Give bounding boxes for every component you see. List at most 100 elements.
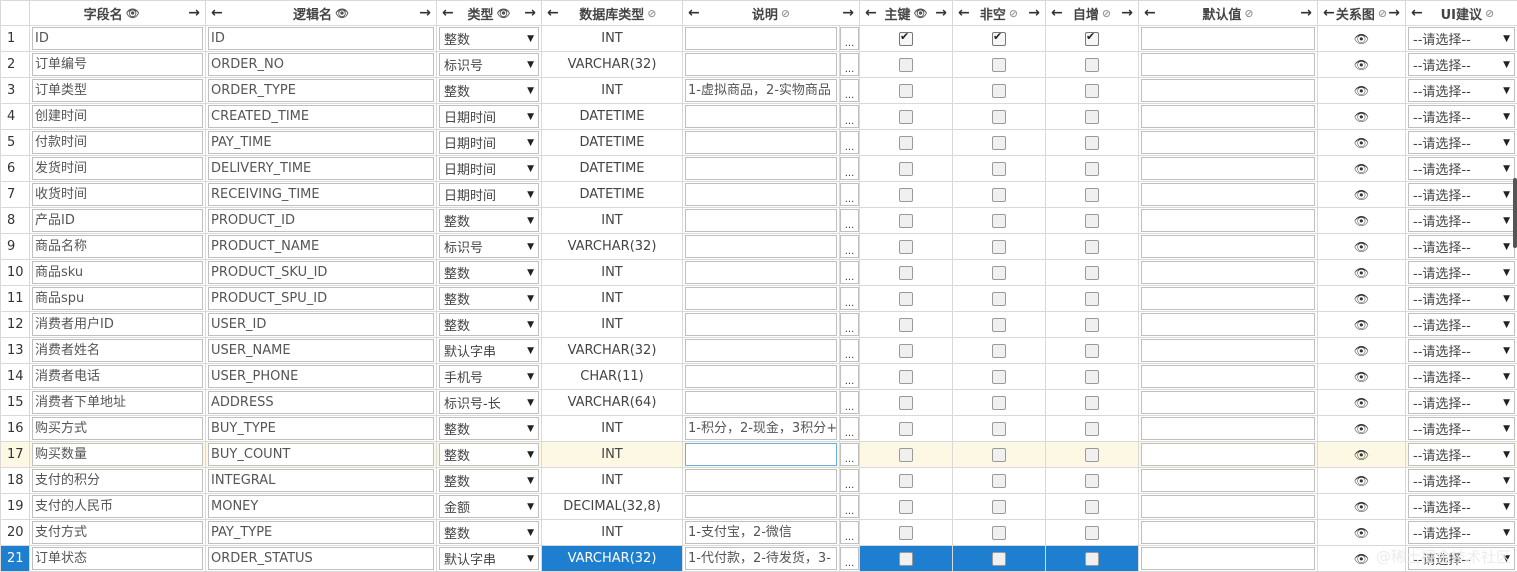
field-name-input[interactable]: 消费者电话 <box>32 365 203 388</box>
auto-inc-checkbox[interactable] <box>1085 526 1099 540</box>
arrow-left-icon[interactable]: ← <box>1411 6 1423 20</box>
description-cell[interactable] <box>683 260 840 286</box>
field-name-cell[interactable]: 商品sku <box>30 260 206 286</box>
arrow-left-icon[interactable]: ← <box>547 6 559 20</box>
logic-name-input[interactable]: PAY_TYPE <box>208 521 434 544</box>
logic-name-input[interactable]: PRODUCT_SPU_ID <box>208 287 434 310</box>
not-null-checkbox[interactable] <box>992 32 1006 46</box>
field-name-input[interactable]: 商品spu <box>32 287 203 310</box>
relation-cell[interactable]: 👁 <box>1318 156 1406 182</box>
db-type-cell[interactable]: INT <box>542 468 683 494</box>
db-type-cell[interactable]: INT <box>542 442 683 468</box>
default-value-cell[interactable] <box>1139 208 1318 234</box>
field-name-input[interactable]: 消费者姓名 <box>32 339 203 362</box>
description-more-cell[interactable]: ... <box>840 26 860 52</box>
not-null-checkbox[interactable] <box>992 58 1006 72</box>
logic-name-cell[interactable]: INTEGRAL <box>206 468 437 494</box>
auto-inc-checkbox[interactable] <box>1085 214 1099 228</box>
logic-name-input[interactable]: USER_PHONE <box>208 365 434 388</box>
table-row[interactable]: 11商品spuPRODUCT_SPU_ID整数▼INT...👁--请选择--▼ <box>1 286 1517 312</box>
ui-suggest-cell[interactable]: --请选择--▼ <box>1406 78 1517 104</box>
eye-icon[interactable]: 👁 <box>1354 292 1369 306</box>
eye-icon[interactable]: 👁 <box>1354 162 1369 176</box>
eye-icon[interactable]: 👁 <box>1354 266 1369 280</box>
auto-inc-cell[interactable] <box>1046 52 1139 78</box>
auto-inc-cell[interactable] <box>1046 156 1139 182</box>
type-cell[interactable]: 整数▼ <box>437 208 542 234</box>
db-type-cell[interactable]: VARCHAR(32) <box>542 338 683 364</box>
description-input[interactable] <box>685 391 837 414</box>
auto-inc-cell[interactable] <box>1046 338 1139 364</box>
logic-name-input[interactable]: PAY_TIME <box>208 131 434 154</box>
not-null-cell[interactable] <box>953 156 1046 182</box>
default-value-cell[interactable] <box>1139 52 1318 78</box>
default-value-cell[interactable] <box>1139 130 1318 156</box>
type-select[interactable]: 默认字串▼ <box>439 547 539 570</box>
ui-suggest-select[interactable]: --请选择--▼ <box>1408 131 1515 154</box>
auto-inc-cell[interactable] <box>1046 208 1139 234</box>
more-dots-button[interactable]: ... <box>840 183 859 206</box>
relation-cell[interactable]: 👁 <box>1318 260 1406 286</box>
field-name-cell[interactable]: ID <box>30 26 206 52</box>
description-cell[interactable] <box>683 26 840 52</box>
not-null-checkbox[interactable] <box>992 370 1006 384</box>
type-select[interactable]: 整数▼ <box>439 521 539 544</box>
ui-suggest-select[interactable]: --请选择--▼ <box>1408 27 1515 50</box>
auto-inc-checkbox[interactable] <box>1085 240 1099 254</box>
primary-key-checkbox[interactable] <box>899 474 913 488</box>
field-name-cell[interactable]: 付款时间 <box>30 130 206 156</box>
default-value-cell[interactable] <box>1139 416 1318 442</box>
logic-name-cell[interactable]: ADDRESS <box>206 390 437 416</box>
primary-key-checkbox[interactable] <box>899 240 913 254</box>
type-select[interactable]: 整数▼ <box>439 261 539 284</box>
ui-suggest-select[interactable]: --请选择--▼ <box>1408 261 1515 284</box>
table-row[interactable]: 3订单类型ORDER_TYPE整数▼INT1-虚拟商品，2-实物商品...👁--… <box>1 78 1517 104</box>
type-cell[interactable]: 日期时间▼ <box>437 156 542 182</box>
default-value-input[interactable] <box>1141 365 1315 388</box>
default-value-input[interactable] <box>1141 495 1315 518</box>
ui-suggest-cell[interactable]: --请选择--▼ <box>1406 338 1517 364</box>
relation-cell[interactable]: 👁 <box>1318 416 1406 442</box>
type-cell[interactable]: 整数▼ <box>437 26 542 52</box>
table-row[interactable]: 13消费者姓名USER_NAME默认字串▼VARCHAR(32)...👁--请选… <box>1 338 1517 364</box>
type-cell[interactable]: 整数▼ <box>437 468 542 494</box>
arrow-right-icon[interactable]: → <box>188 6 200 20</box>
header-type[interactable]: ←类型👁→ <box>437 1 542 26</box>
description-more-cell[interactable]: ... <box>840 494 860 520</box>
relation-cell[interactable]: 👁 <box>1318 208 1406 234</box>
description-input[interactable] <box>685 105 837 128</box>
logic-name-cell[interactable]: CREATED_TIME <box>206 104 437 130</box>
type-select[interactable]: 金额▼ <box>439 495 539 518</box>
auto-inc-cell[interactable] <box>1046 468 1139 494</box>
description-more-cell[interactable]: ... <box>840 156 860 182</box>
arrow-right-icon[interactable]: → <box>1028 6 1040 20</box>
field-name-input[interactable]: 收货时间 <box>32 183 203 206</box>
table-row[interactable]: 20支付方式PAY_TYPE整数▼INT1-支付宝，2-微信...👁--请选择-… <box>1 520 1517 546</box>
field-name-cell[interactable]: 消费者下单地址 <box>30 390 206 416</box>
ui-suggest-select[interactable]: --请选择--▼ <box>1408 521 1515 544</box>
auto-inc-checkbox[interactable] <box>1085 344 1099 358</box>
field-name-cell[interactable]: 支付的积分 <box>30 468 206 494</box>
primary-key-checkbox[interactable] <box>899 84 913 98</box>
eye-icon[interactable]: 👁 <box>1354 552 1369 566</box>
default-value-input[interactable] <box>1141 53 1315 76</box>
table-row[interactable]: 14消费者电话USER_PHONE手机号▼CHAR(11)...👁--请选择--… <box>1 364 1517 390</box>
table-row[interactable]: 9商品名称PRODUCT_NAME标识号▼VARCHAR(32)...👁--请选… <box>1 234 1517 260</box>
primary-key-checkbox[interactable] <box>899 188 913 202</box>
db-type-cell[interactable]: VARCHAR(32) <box>542 52 683 78</box>
ui-suggest-select[interactable]: --请选择--▼ <box>1408 495 1515 518</box>
description-cell[interactable] <box>683 364 840 390</box>
relation-cell[interactable]: 👁 <box>1318 442 1406 468</box>
field-name-cell[interactable]: 商品名称 <box>30 234 206 260</box>
ui-suggest-select[interactable]: --请选择--▼ <box>1408 157 1515 180</box>
type-select[interactable]: 标识号▼ <box>439 235 539 258</box>
db-type-cell[interactable]: CHAR(11) <box>542 364 683 390</box>
type-cell[interactable]: 金额▼ <box>437 494 542 520</box>
field-name-cell[interactable]: 支付的人民币 <box>30 494 206 520</box>
default-value-input[interactable] <box>1141 261 1315 284</box>
field-name-input[interactable]: 订单类型 <box>32 79 203 102</box>
scrollbar[interactable] <box>1513 178 1517 248</box>
field-name-cell[interactable]: 支付方式 <box>30 520 206 546</box>
ui-suggest-select[interactable]: --请选择--▼ <box>1408 79 1515 102</box>
primary-key-cell[interactable] <box>860 494 953 520</box>
